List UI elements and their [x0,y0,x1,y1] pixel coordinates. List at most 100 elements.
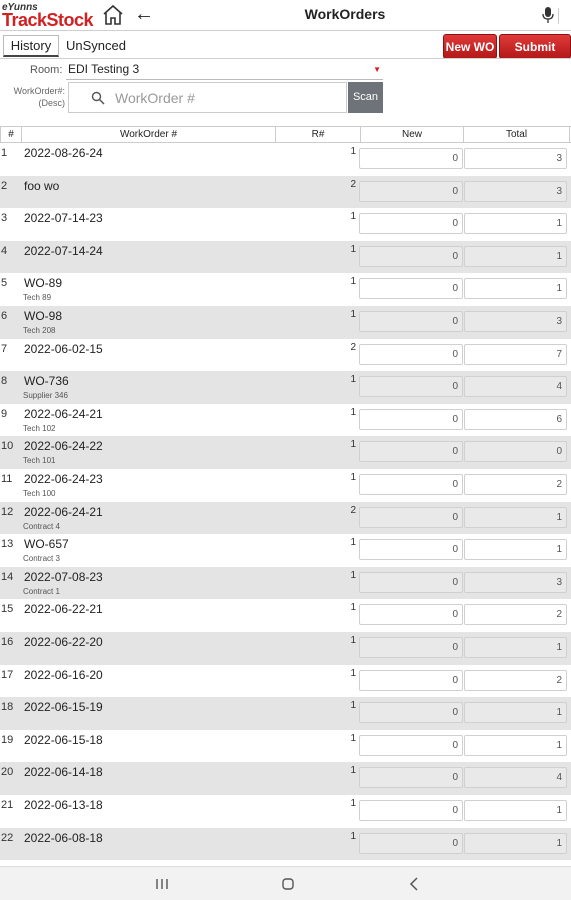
table-row[interactable]: 16 2022-06-22-20 1 0 1 [0,632,571,665]
table-row[interactable]: 10 2022-06-24-22 Tech 101 1 0 0 [0,436,571,469]
back-arrow-icon[interactable]: ← [134,3,154,25]
row-new-field[interactable]: 0 [359,376,463,398]
row-new-field[interactable]: 0 [359,180,463,202]
table-row[interactable]: 20 2022-06-14-18 1 0 4 [0,762,571,795]
row-total-field[interactable]: 1 [464,832,567,854]
table-row[interactable]: 6 WO-98 Tech 208 1 0 3 [0,306,571,339]
row-r-value: 1 [350,439,356,451]
row-total-field[interactable]: 1 [464,637,567,658]
row-new-field[interactable]: 0 [359,245,463,267]
submit-wos-button[interactable]: Submit WOs [499,34,571,78]
row-r-value: 1 [350,732,356,744]
row-total-field[interactable]: 1 [464,213,567,235]
table-row[interactable]: 12 2022-06-24-21 Contract 4 201 [0,501,571,535]
row-new-field[interactable]: 0 [359,148,463,169]
row-total-field[interactable]: 1 [464,506,567,528]
table-row[interactable]: 4 2022-07-14-24 1 0 1 [0,240,571,274]
row-workorder: WO-657 [24,537,69,552]
workorder-search-input[interactable] [115,83,340,112]
row-new-field[interactable]: 0 [359,441,463,463]
row-new-field[interactable]: 0 [359,734,463,756]
row-new-field[interactable]: 0 [359,474,463,495]
row-total-field[interactable]: 4 [464,767,567,789]
row-total-field[interactable]: 1 [464,539,567,561]
table-row[interactable]: 14 2022-07-08-23 Contract 1 103 [0,566,571,600]
row-total-field[interactable]: 1 [464,800,567,821]
row-new-field[interactable]: 0 [359,213,463,235]
row-total-field[interactable]: 2 [464,474,567,495]
table-row[interactable]: 9 2022-06-24-21 Tech 102 1 0 6 [0,404,571,437]
scan-button[interactable]: Scan [348,82,383,113]
home-circle-icon[interactable] [276,874,300,894]
row-new-field[interactable]: 0 [359,343,463,365]
table-row[interactable]: 5 WO-89 Tech 89 1 0 1 [0,273,571,306]
row-total-field[interactable]: 2 [464,669,567,691]
top-bar: eYunns TrackStock ← WorkOrders [0,0,571,31]
row-new-field[interactable]: 0 [359,408,463,430]
row-total-field[interactable]: 0 [464,441,567,463]
row-new-field[interactable]: 0 [359,604,463,626]
row-new-field[interactable]: 0 [359,669,463,691]
row-workorder: 2022-07-08-23 [24,569,103,584]
row-new-field[interactable]: 0 [359,311,463,332]
row-total-field[interactable]: 1 [464,702,567,724]
row-total-field[interactable]: 1 [464,734,567,756]
table-row[interactable]: 18 2022-06-15-19 1 0 1 [0,697,571,730]
table-row[interactable]: 1 2022-08-26-24 1 0 3 [0,143,571,176]
dropdown-triangle-icon: ▼ [373,65,381,74]
col-header-r[interactable]: R# [276,127,361,142]
row-new-field[interactable]: 0 [359,767,463,789]
row-workorder: foo wo [24,178,60,193]
row-number: 7 [1,342,8,355]
row-total-field[interactable]: 4 [464,376,567,398]
row-new-field[interactable]: 0 [359,832,463,854]
row-workorder: 2022-06-16-20 [24,667,103,682]
room-select[interactable]: EDI Testing 3 ▼ [66,59,383,80]
col-header-workorder[interactable]: WorkOrder # [22,127,276,142]
row-total-field[interactable]: 3 [464,180,567,202]
table-row[interactable]: 8 WO-736 Supplier 346 1 0 4 [0,371,571,404]
table-row[interactable]: 22 2022-06-08-18 1 0 1 [0,827,571,861]
nav-back-icon[interactable] [402,874,426,894]
table-row[interactable]: 3 2022-07-14-23 1 0 1 [0,208,571,241]
tab-history[interactable]: History [3,35,59,57]
room-label: Room: [30,64,63,76]
row-total-field[interactable]: 6 [464,408,567,430]
row-workorder: 2022-07-14-24 [24,243,103,258]
table-row[interactable]: 19 2022-06-15-18 1 0 1 [0,730,571,763]
row-number: 14 [1,570,14,583]
row-number: 13 [1,538,14,551]
table-row[interactable]: 2 foo wo 2 0 3 [0,175,571,209]
row-new-field[interactable]: 0 [359,637,463,658]
row-number: 20 [1,766,14,779]
row-new-field[interactable]: 0 [359,702,463,724]
row-total-field[interactable]: 2 [464,604,567,626]
row-total-field[interactable]: 3 [464,311,567,332]
tab-unsynced[interactable]: UnSynced [61,35,131,57]
col-header-total[interactable]: Total [464,127,570,142]
row-number: 8 [1,375,8,388]
row-total-field[interactable]: 1 [464,278,567,300]
row-total-field[interactable]: 3 [464,571,567,593]
table-row[interactable]: 21 2022-06-13-18 1 0 1 [0,795,571,828]
home-icon[interactable] [101,3,125,27]
row-r-value: 2 [350,178,356,190]
row-new-field[interactable]: 0 [359,278,463,300]
mic-icon[interactable] [541,6,555,24]
table-row[interactable]: 17 2022-06-16-20 1 0 2 [0,665,571,698]
row-total-field[interactable]: 7 [464,343,567,365]
page-title: WorkOrders [304,6,386,22]
table-row[interactable]: 15 2022-06-22-21 1 0 2 [0,599,571,632]
row-new-field[interactable]: 0 [359,571,463,593]
table-row[interactable]: 11 2022-06-24-23 Tech 100 1 0 2 [0,469,571,502]
row-total-field[interactable]: 3 [464,148,567,169]
row-new-field[interactable]: 0 [359,539,463,561]
table-row[interactable]: 13 WO-657 Contract 3 101 [0,534,571,567]
col-header-new[interactable]: New [361,127,464,142]
row-new-field[interactable]: 0 [359,506,463,528]
row-total-field[interactable]: 1 [464,245,567,267]
recents-icon[interactable] [150,874,174,894]
row-new-field[interactable]: 0 [359,800,463,821]
table-row[interactable]: 7 2022-06-02-15 2 0 7 [0,339,571,372]
new-wo-button[interactable]: New WO [443,34,497,59]
